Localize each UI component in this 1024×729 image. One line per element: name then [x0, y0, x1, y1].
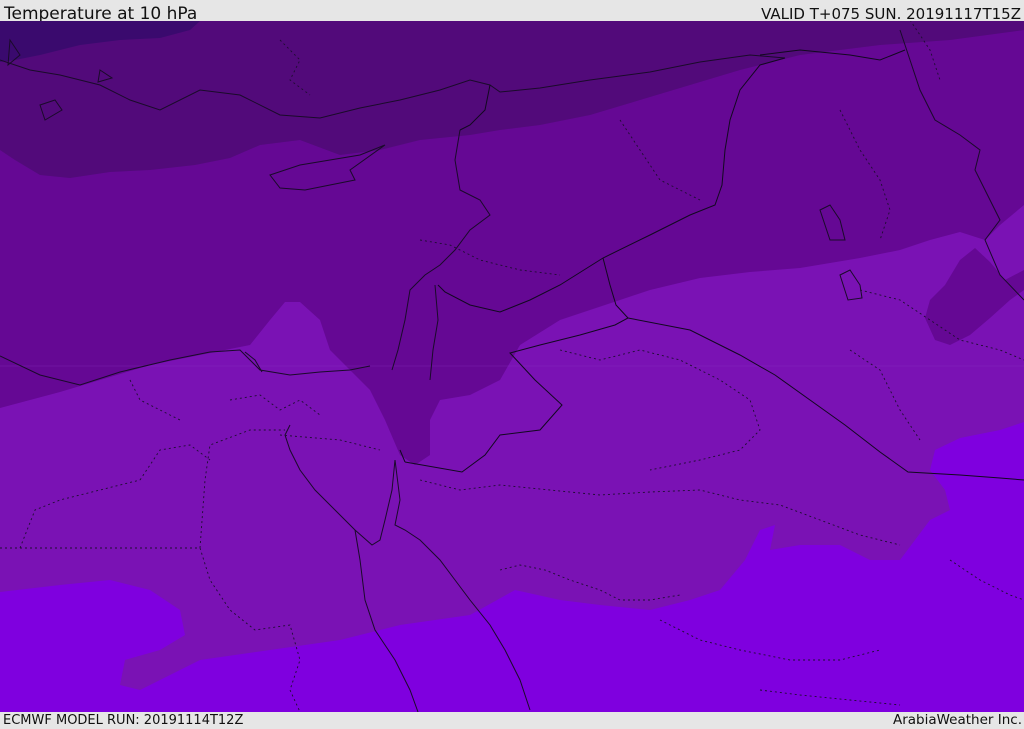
temperature-map[interactable] — [0, 21, 1024, 712]
model-run-label: ECMWF MODEL RUN: 20191114T12Z — [3, 713, 244, 728]
header-bar: Temperature at 10 hPa VALID T+075 SUN. 2… — [0, 0, 1024, 24]
footer-bar: ECMWF MODEL RUN: 20191114T12Z ArabiaWeat… — [0, 712, 1024, 729]
credit-label: ArabiaWeather Inc. — [892, 712, 1022, 728]
